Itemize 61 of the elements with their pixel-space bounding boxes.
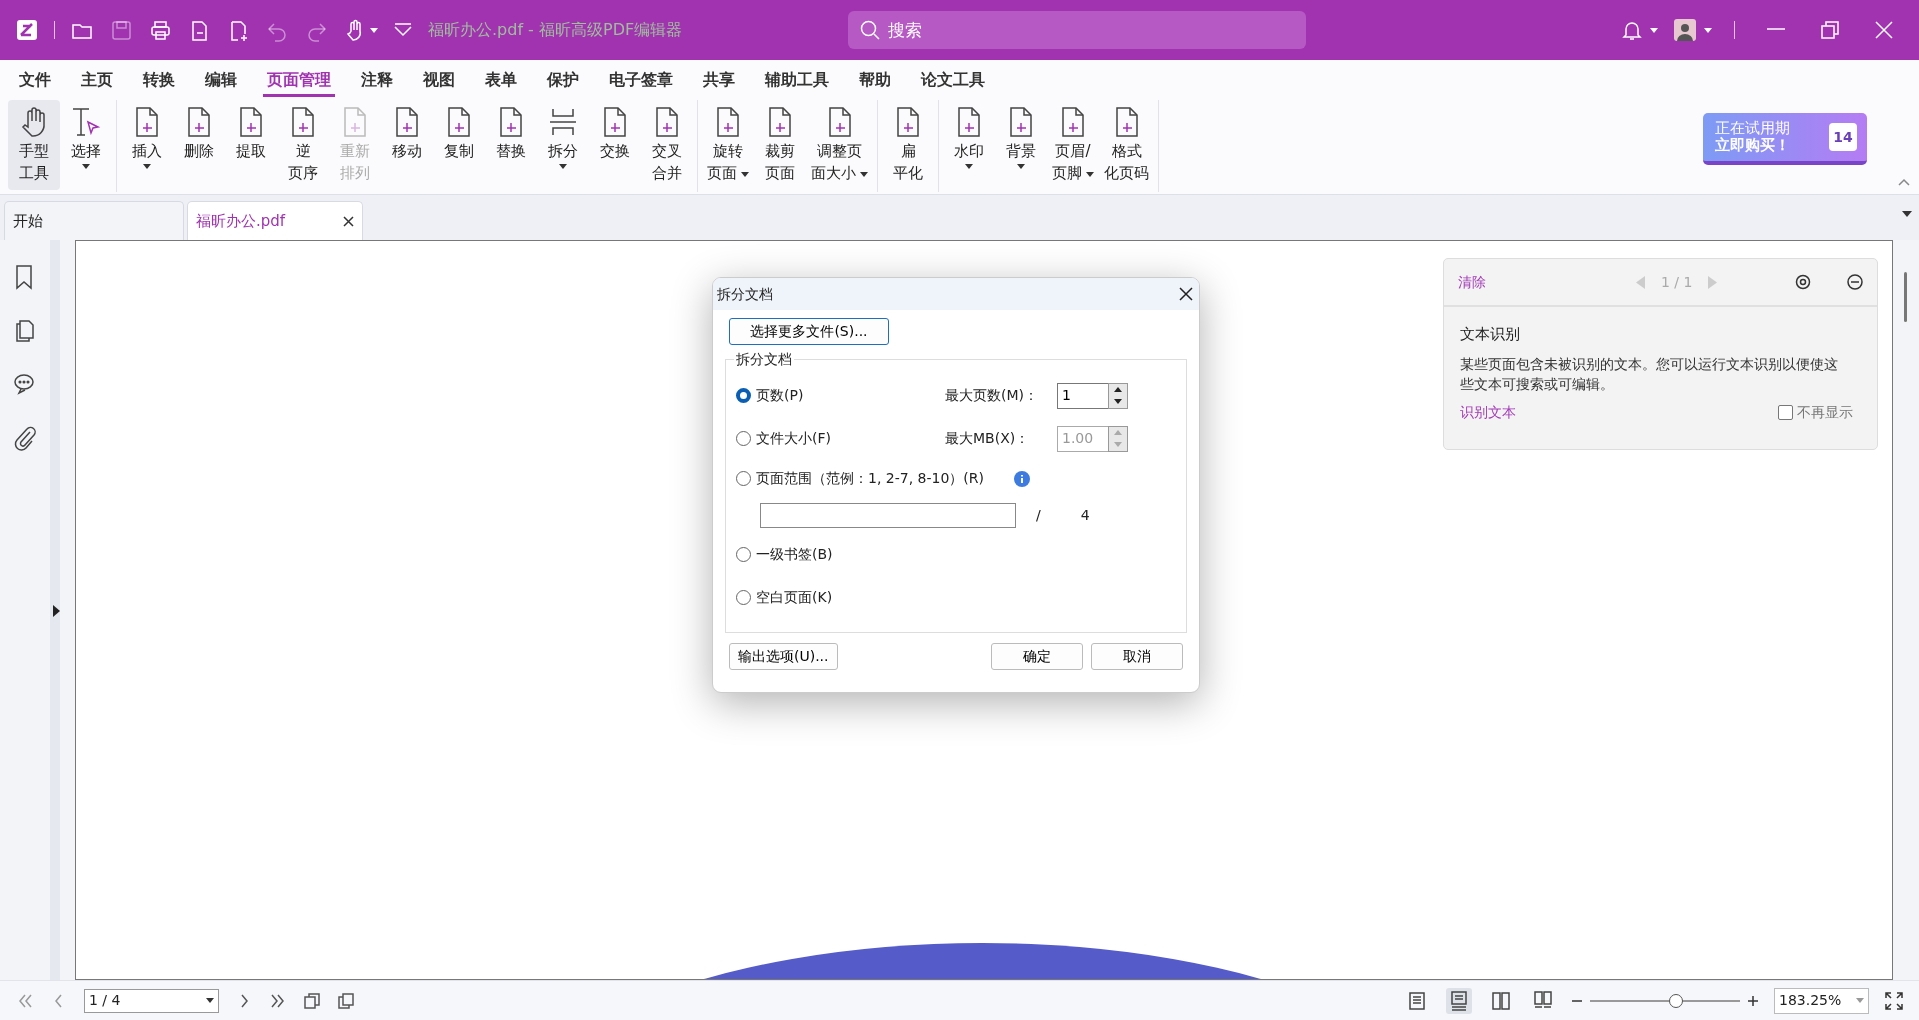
radio-label[interactable]: 空白页面(K) [756, 587, 833, 608]
menu-tab[interactable]: 辅助工具 [761, 66, 833, 97]
page-number-field[interactable]: 1 / 4 [84, 988, 219, 1013]
menu-tab[interactable]: 注释 [357, 66, 397, 97]
recognize-text-link[interactable]: 识别文本 [1460, 401, 1516, 423]
ribbon-button[interactable]: 删除 [173, 100, 225, 190]
ok-button[interactable]: 确定 [991, 643, 1083, 670]
panel-message: 某些页面包含未被识别的文本。您可以运行文本识别以便使这些文本可搜索或可编辑。 [1460, 354, 1839, 394]
ribbon-button[interactable]: 水印 [943, 100, 995, 190]
ribbon-button[interactable]: 复制 [433, 100, 485, 190]
ribbon-button[interactable]: 裁剪 页面 [754, 100, 806, 190]
pager-text: 1 / 1 [1661, 272, 1693, 292]
page-total-text: 4 [1080, 505, 1090, 525]
panel-title: 文本识别 [1460, 324, 1521, 345]
dialog-title: 拆分文档 [717, 284, 773, 304]
menu-tab[interactable]: 共享 [699, 66, 739, 97]
ribbon-button[interactable]: 交叉 合并 [641, 100, 693, 190]
ribbon-button[interactable]: 调整页 面大小 [806, 100, 873, 190]
menu-tab[interactable]: 论文工具 [917, 66, 989, 97]
menu-tab[interactable]: 文件 [15, 66, 55, 97]
ribbon-button[interactable]: 拆分 [537, 100, 589, 190]
menu-tab[interactable]: 电子签章 [605, 66, 677, 97]
ribbon-button[interactable]: 移动 [381, 100, 433, 190]
radio-label[interactable]: 页数(P) [756, 385, 804, 406]
ribbon-button[interactable]: 插入 [121, 100, 173, 190]
radio-label[interactable]: 一级书签(B) [756, 544, 833, 565]
menu-tab[interactable]: 视图 [419, 66, 459, 97]
menu-tab[interactable]: 转换 [139, 66, 179, 97]
output-options-button[interactable]: 输出选项(U)... [729, 643, 838, 670]
trial-purchase-button[interactable]: 正在试用期 立即购买！ 14 [1703, 113, 1867, 165]
number-field[interactable]: 1 [1057, 382, 1108, 409]
clear-link[interactable]: 清除 [1458, 271, 1486, 293]
search-field[interactable]: 搜索 [848, 11, 1307, 49]
radio-label[interactable]: 文件大小(F) [756, 428, 831, 449]
ribbon-button[interactable]: 旋转 页面 [702, 100, 754, 190]
menu-tab[interactable]: 帮助 [855, 66, 895, 97]
menu-tab[interactable]: 主页 [77, 66, 117, 97]
ribbon-button[interactable]: 背景 [995, 100, 1047, 190]
cancel-button[interactable]: 取消 [1091, 643, 1183, 670]
days-left-badge: 14 [1829, 123, 1857, 151]
ribbon-button[interactable]: 选择 [60, 100, 112, 190]
zoom-field[interactable]: 183.25% [1774, 987, 1869, 1014]
ribbon-button[interactable]: 扁 平化 [882, 100, 934, 190]
radio-label[interactable]: 页面范围（范例：1, 2-7, 8-10）(R) [756, 468, 984, 489]
menu-tab[interactable]: 表单 [481, 66, 521, 97]
document-tab[interactable]: 开始 [13, 209, 43, 233]
ribbon-button[interactable]: 手型 工具 [8, 100, 60, 190]
checkbox-label[interactable]: 不再显示 [1797, 401, 1853, 423]
menu-tab[interactable]: 编辑 [201, 66, 241, 97]
choose-files-button[interactable]: 选择更多文件(S)... [729, 318, 889, 345]
field-label: 最大MB(X)： [945, 429, 1031, 448]
menu-tab[interactable]: 保护 [543, 66, 583, 97]
field-label: 最大页数(M)： [945, 386, 1039, 405]
ribbon-button[interactable]: 逆 页序 [277, 100, 329, 190]
ribbon-button[interactable]: 格式 化页码 [1099, 100, 1154, 190]
separator-text: / [1036, 505, 1041, 525]
ribbon-button[interactable]: 页眉/ 页脚 [1047, 100, 1099, 190]
ribbon-button[interactable]: 提取 [225, 100, 277, 190]
ribbon-button[interactable]: 替换 [485, 100, 537, 190]
window-title: 福昕办公.pdf - 福昕高级PDF编辑器 [428, 19, 683, 41]
ribbon-button[interactable]: 交换 [589, 100, 641, 190]
